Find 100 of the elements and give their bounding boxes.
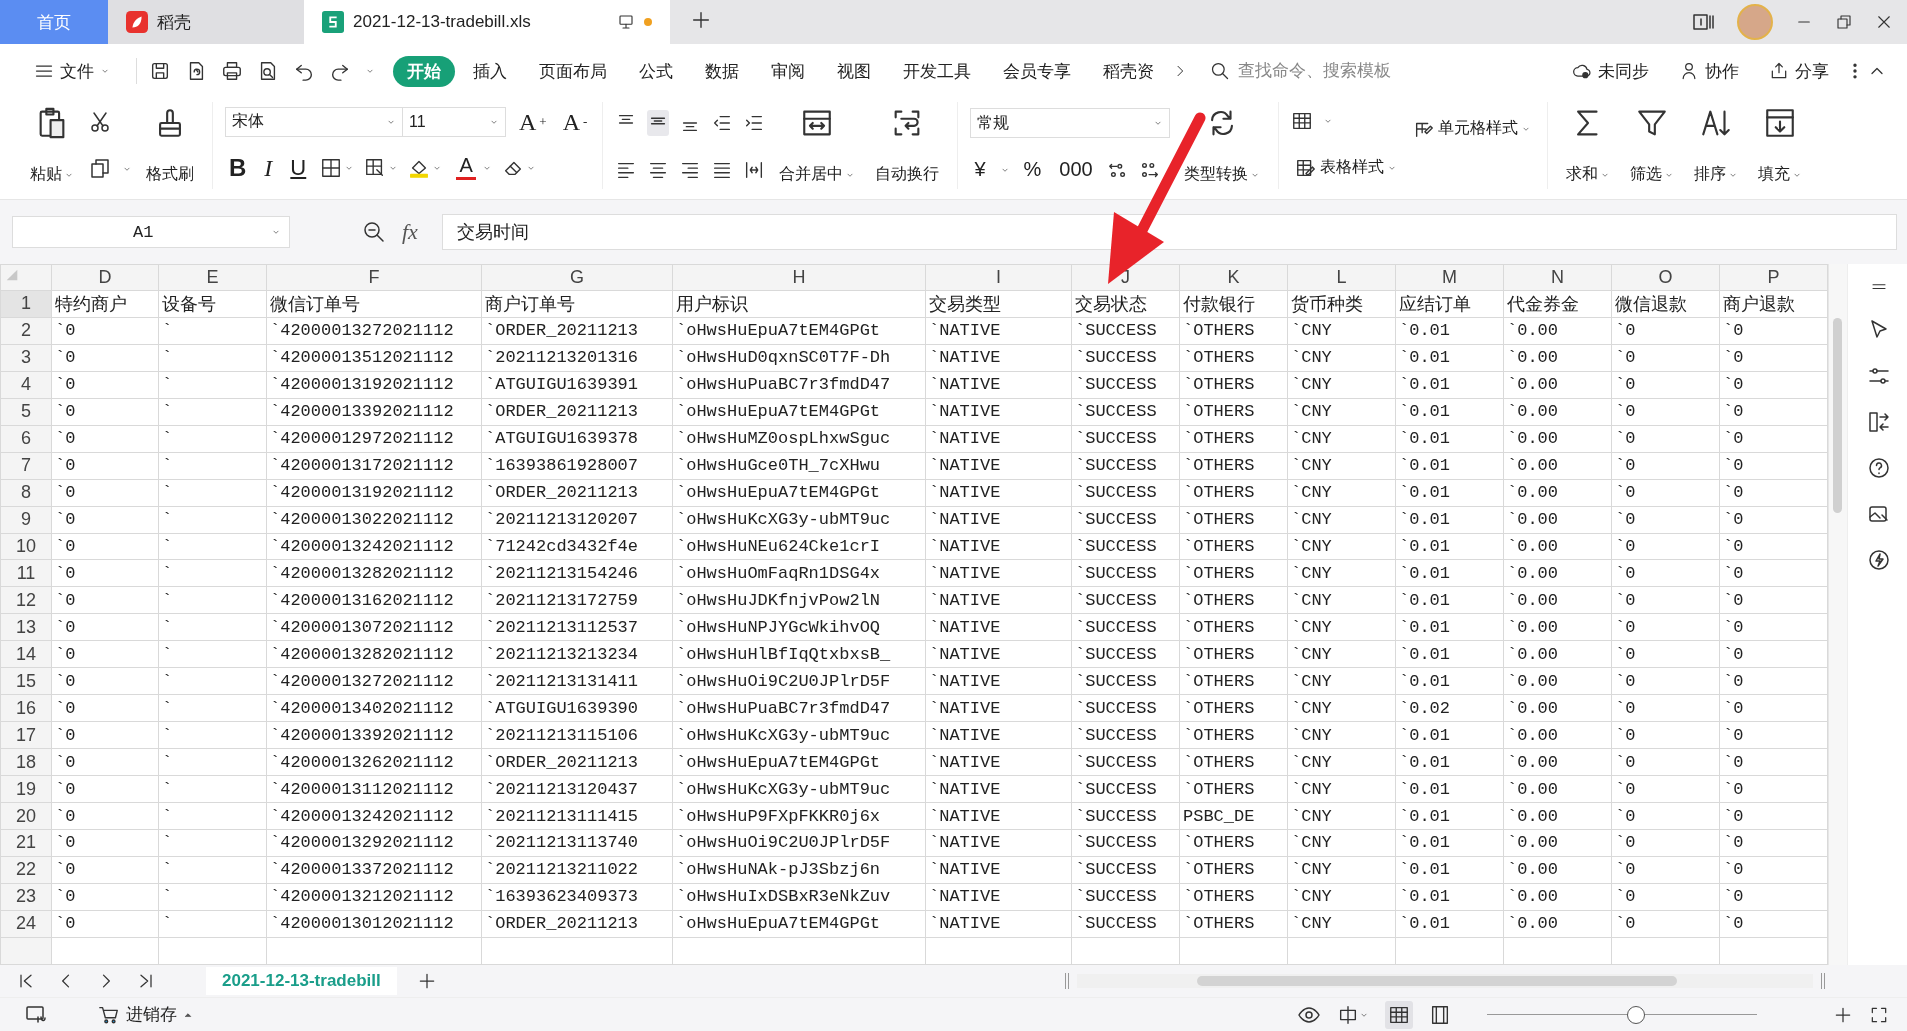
- currency-button[interactable]: ¥: [970, 156, 990, 183]
- table-cell: `0: [51, 802, 159, 830]
- format-painter-button[interactable]: 格式刷: [140, 102, 200, 189]
- search-field[interactable]: 查找命令、搜索模板: [1202, 56, 1428, 86]
- row-number[interactable]: 6: [0, 425, 52, 453]
- bold-button[interactable]: B: [225, 152, 251, 185]
- freeze-icon[interactable]: [1337, 1003, 1359, 1026]
- row-number[interactable]: 5: [0, 398, 52, 426]
- row-number[interactable]: 9: [0, 506, 52, 533]
- name-box[interactable]: A1: [12, 216, 290, 248]
- ribbon-tab[interactable]: 开发工具: [889, 55, 985, 87]
- row-number[interactable]: 1: [0, 290, 52, 318]
- percent-button[interactable]: %: [1019, 156, 1046, 183]
- help-icon[interactable]: [1867, 456, 1891, 480]
- restore-icon[interactable]: [1835, 13, 1853, 31]
- row-number[interactable]: 4: [0, 371, 52, 399]
- row-number[interactable]: 23: [0, 883, 52, 911]
- column-header[interactable]: H: [672, 264, 926, 291]
- zoom-icon[interactable]: [362, 220, 386, 244]
- row-number[interactable]: 11: [0, 559, 52, 587]
- column-header[interactable]: P: [1719, 264, 1828, 291]
- underline-button[interactable]: U: [286, 153, 311, 184]
- column-header[interactable]: G: [481, 264, 673, 291]
- font-size-select[interactable]: 11: [402, 106, 506, 137]
- column-header[interactable]: K: [1179, 264, 1288, 291]
- save-icon[interactable]: [149, 60, 171, 82]
- share-button[interactable]: 分享: [1755, 55, 1843, 87]
- inventory-button[interactable]: 进销存: [92, 1002, 199, 1027]
- monitor-icon[interactable]: [617, 13, 635, 31]
- cut-icon[interactable]: [88, 110, 112, 135]
- print-icon[interactable]: [221, 60, 243, 82]
- row-number[interactable]: 20: [0, 802, 52, 830]
- table-cell: `0.01: [1395, 533, 1504, 560]
- ribbon-tab[interactable]: 会员专享: [989, 55, 1085, 87]
- column-header[interactable]: D: [51, 264, 159, 291]
- ribbon-tab[interactable]: 稻壳资: [1089, 55, 1168, 87]
- bolt-icon[interactable]: [1867, 548, 1891, 572]
- sync-button[interactable]: 未同步: [1558, 55, 1663, 87]
- ribbon-tab[interactable]: 页面布局: [525, 55, 621, 87]
- row-number[interactable]: 14: [0, 640, 52, 668]
- border-icon[interactable]: [320, 157, 343, 180]
- table-cell: `16393861928007: [481, 452, 673, 480]
- row-number[interactable]: 3: [0, 344, 52, 372]
- copy-icon[interactable]: [88, 156, 112, 181]
- row-number[interactable]: 22: [0, 856, 52, 884]
- function-label[interactable]: fx: [402, 219, 418, 245]
- ribbon-tab[interactable]: 视图: [823, 55, 885, 87]
- fill-button[interactable]: 填充: [1752, 102, 1809, 189]
- row-number[interactable]: 21: [0, 829, 52, 857]
- column-header[interactable]: O: [1611, 264, 1720, 291]
- sum-button[interactable]: 求和: [1560, 102, 1617, 189]
- cell-style-button[interactable]: 单元格样式: [1409, 115, 1536, 142]
- horizontal-scrollbar[interactable]: [1077, 974, 1813, 988]
- row-number[interactable]: 24: [0, 910, 52, 938]
- zoom-slider-thumb[interactable]: [1626, 1005, 1645, 1024]
- column-header[interactable]: L: [1287, 264, 1396, 291]
- row-number[interactable]: 2: [0, 317, 52, 345]
- row-number[interactable]: 19: [0, 775, 52, 803]
- row-number[interactable]: 16: [0, 694, 52, 722]
- row-number[interactable]: 13: [0, 613, 52, 641]
- row-number[interactable]: 8: [0, 479, 52, 507]
- ribbon-tab[interactable]: 公式: [625, 55, 687, 87]
- ribbon-tab[interactable]: 数据: [691, 55, 753, 87]
- font-select[interactable]: 宋体: [225, 106, 403, 137]
- row-number[interactable]: 12: [0, 586, 52, 614]
- row-number[interactable]: 17: [0, 721, 52, 749]
- column-header[interactable]: F: [266, 264, 482, 291]
- number-format-select[interactable]: 常规: [970, 108, 1171, 138]
- transform-icon[interactable]: [1867, 410, 1891, 434]
- column-header[interactable]: M: [1395, 264, 1504, 291]
- row-number[interactable]: 18: [0, 748, 52, 776]
- table-cell: `SUCCESS: [1071, 452, 1180, 480]
- thousands-button[interactable]: 000: [1055, 156, 1097, 183]
- column-header[interactable]: N: [1503, 264, 1612, 291]
- file-menu[interactable]: 文件: [20, 55, 124, 87]
- document-tab[interactable]: 2021-12-13-tradebill.xls: [304, 0, 670, 44]
- merge-center-button[interactable]: 合并居中: [773, 102, 862, 189]
- convert-button[interactable]: 类型转换: [1178, 102, 1267, 189]
- row-number[interactable]: 10: [0, 533, 52, 560]
- ribbon-tab[interactable]: 插入: [459, 55, 521, 87]
- page-view-icon[interactable]: [1429, 1003, 1451, 1026]
- close-icon[interactable]: [1875, 13, 1893, 31]
- document-tab[interactable]: 稻壳: [108, 0, 304, 44]
- paste-button[interactable]: 粘贴: [24, 102, 80, 189]
- table-style-button[interactable]: 表格样式: [1291, 154, 1402, 181]
- ribbon-tab[interactable]: 审阅: [757, 55, 819, 87]
- increase-font-button[interactable]: A$^{+}$: [516, 109, 550, 134]
- italic-button[interactable]: I: [260, 152, 277, 184]
- row-number[interactable]: 15: [0, 667, 52, 695]
- formula-field[interactable]: 交易时间: [441, 214, 1897, 250]
- decrease-font-button[interactable]: A$^{-}$: [559, 109, 591, 134]
- collaborate-button[interactable]: 协作: [1665, 55, 1753, 87]
- column-header[interactable]: I: [925, 264, 1072, 291]
- font-color-button[interactable]: A: [452, 154, 481, 183]
- sort-button[interactable]: 排序: [1688, 102, 1745, 189]
- filter-button[interactable]: 筛选: [1624, 102, 1681, 189]
- wrap-text-button[interactable]: 自动换行: [869, 102, 946, 189]
- column-header[interactable]: E: [158, 264, 267, 291]
- row-number[interactable]: 7: [0, 452, 52, 480]
- table-cell: `oHwsHuIxDSBxR3eNkZuv: [672, 883, 926, 911]
